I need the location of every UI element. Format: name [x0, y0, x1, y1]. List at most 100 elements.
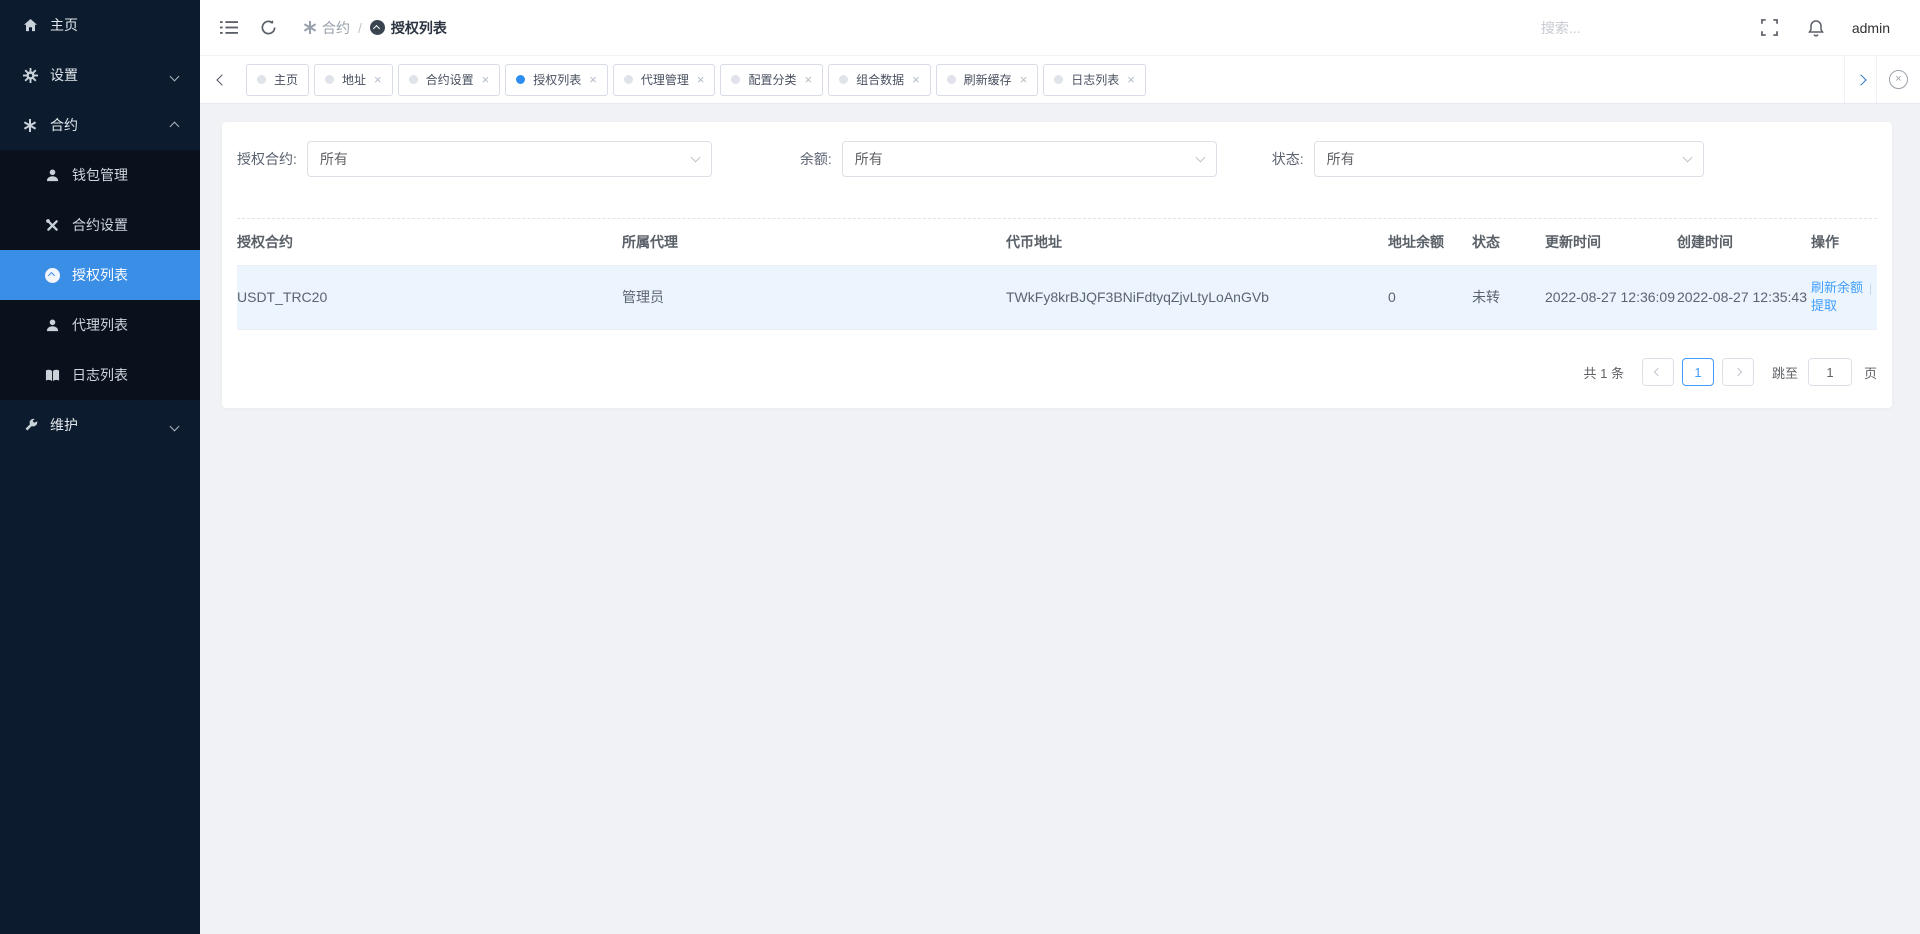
- sidebar-item-label: 合约: [50, 115, 78, 135]
- tools-icon: [44, 217, 60, 233]
- sidebar-item-label: 日志列表: [72, 365, 128, 385]
- agent-user-icon: [44, 317, 60, 333]
- cell-agent: 管理员: [622, 265, 1006, 329]
- tab-dot: [409, 75, 418, 84]
- tab-home[interactable]: 主页: [246, 64, 309, 96]
- tab-config-category[interactable]: 配置分类 ×: [720, 64, 823, 96]
- filter-label-balance: 余额:: [800, 149, 832, 169]
- status-select-value: 所有: [1327, 149, 1355, 169]
- sidebar-item-agent-list[interactable]: 代理列表: [0, 300, 200, 350]
- pagination-jump-label: 跳至: [1772, 363, 1798, 382]
- tab-label: 授权列表: [533, 71, 581, 88]
- gear-icon: [22, 67, 38, 83]
- pagination-jump-input[interactable]: [1808, 358, 1852, 386]
- bell-icon[interactable]: [1808, 19, 1824, 37]
- log-book-icon: [44, 367, 60, 383]
- cell-balance: 0: [1388, 265, 1472, 329]
- tabs-bar: 主页 地址 × 合约设置 × 授权列表 ×: [200, 56, 1920, 104]
- tab-address[interactable]: 地址 ×: [314, 64, 393, 96]
- cell-address: TWkFy8krBJQF3BNiFdtyqZjvLtyLoAnGVb: [1006, 265, 1388, 329]
- withdraw-link[interactable]: 提取: [1811, 297, 1837, 315]
- sidebar-item-maintenance[interactable]: 维护: [0, 400, 200, 450]
- col-header-contract: 授权合约: [237, 219, 622, 265]
- close-icon[interactable]: ×: [589, 73, 597, 86]
- chevron-down-icon: [690, 153, 700, 163]
- sidebar-item-settings[interactable]: 设置: [0, 50, 200, 100]
- breadcrumb-separator: /: [358, 20, 362, 36]
- filter-label-contract: 授权合约:: [237, 149, 297, 169]
- tab-combo-data[interactable]: 组合数据 ×: [828, 64, 931, 96]
- app-root: 主页 设置 合约: [0, 0, 1920, 934]
- tab-label: 主页: [274, 71, 298, 88]
- tab-auth-list[interactable]: 授权列表 ×: [505, 64, 608, 96]
- col-header-balance: 地址余额: [1388, 219, 1472, 265]
- balance-select[interactable]: 所有: [842, 141, 1217, 177]
- sidebar-item-label: 主页: [50, 15, 78, 35]
- close-icon[interactable]: ×: [804, 73, 812, 86]
- tab-agent-manage[interactable]: 代理管理 ×: [613, 64, 716, 96]
- tab-label: 合约设置: [426, 71, 474, 88]
- close-all-tabs-icon[interactable]: ×: [1876, 56, 1920, 103]
- chevron-down-icon: [171, 417, 178, 433]
- refresh-balance-link[interactable]: 刷新余额: [1811, 279, 1863, 297]
- sidebar-item-label: 授权列表: [72, 265, 128, 285]
- pagination-page-1-button[interactable]: 1: [1682, 358, 1714, 386]
- close-icon[interactable]: ×: [374, 73, 382, 86]
- tab-label: 地址: [342, 71, 366, 88]
- pagination-total: 共 1 条: [1584, 363, 1624, 382]
- refresh-icon[interactable]: [260, 19, 277, 36]
- pagination-page-unit: 页: [1864, 363, 1877, 382]
- sidebar-submenu-contract: 钱包管理 合约设置 授权列表: [0, 150, 200, 400]
- action-divider: |: [1869, 281, 1872, 295]
- fullscreen-icon[interactable]: [1761, 19, 1778, 36]
- user-menu[interactable]: admin: [1852, 20, 1890, 36]
- close-icon[interactable]: ×: [697, 73, 705, 86]
- pagination-prev-button[interactable]: [1642, 358, 1674, 386]
- topbar: 合约 / 授权列表 admin: [200, 0, 1920, 56]
- status-select[interactable]: 所有: [1314, 141, 1704, 177]
- sidebar-item-wallet-manage[interactable]: 钱包管理: [0, 150, 200, 200]
- breadcrumb: 合约 / 授权列表: [303, 18, 447, 38]
- filter-bar: 授权合约: 所有 余额: 所有 状态: 所有: [237, 122, 1877, 177]
- sidebar-item-label: 维护: [50, 415, 78, 435]
- col-header-status: 状态: [1472, 219, 1545, 265]
- col-header-agent: 所属代理: [622, 219, 1006, 265]
- auth-list-card: 授权合约: 所有 余额: 所有 状态: 所有: [222, 122, 1892, 408]
- sidebar-item-contract-settings[interactable]: 合约设置: [0, 200, 200, 250]
- tab-dot: [947, 75, 956, 84]
- chevron-down-icon: [1195, 153, 1205, 163]
- sidebar-toggle-list-icon[interactable]: [214, 20, 244, 35]
- home-icon: [22, 17, 38, 33]
- close-icon[interactable]: ×: [1127, 73, 1135, 86]
- auth-table: 授权合约 所属代理 代币地址 地址余额 状态 更新时间 创建时间 操作 USDT: [237, 219, 1877, 330]
- close-icon[interactable]: ×: [1020, 73, 1028, 86]
- tab-contract-settings[interactable]: 合约设置 ×: [398, 64, 501, 96]
- auth-circle-icon: [44, 267, 60, 283]
- tab-label: 日志列表: [1071, 71, 1119, 88]
- sidebar-item-label: 钱包管理: [72, 165, 128, 185]
- tab-refresh-cache[interactable]: 刷新缓存 ×: [936, 64, 1039, 96]
- tab-log-list[interactable]: 日志列表 ×: [1043, 64, 1146, 96]
- contract-select[interactable]: 所有: [307, 141, 712, 177]
- col-header-created: 创建时间: [1677, 219, 1811, 265]
- sidebar-item-auth-list[interactable]: 授权列表: [0, 250, 200, 300]
- tabs-scroll-left-icon[interactable]: [206, 56, 238, 103]
- contract-icon: [303, 21, 316, 34]
- wrench-icon: [22, 417, 38, 433]
- breadcrumb-section[interactable]: 合约: [303, 18, 350, 38]
- sidebar-item-home[interactable]: 主页: [0, 0, 200, 50]
- search-input[interactable]: [1541, 20, 1721, 36]
- tab-label: 配置分类: [748, 71, 796, 88]
- close-icon[interactable]: ×: [482, 73, 490, 86]
- sidebar-item-label: 代理列表: [72, 315, 128, 335]
- breadcrumb-section-label: 合约: [322, 18, 350, 38]
- tab-dot: [624, 75, 633, 84]
- col-header-actions: 操作: [1811, 219, 1877, 265]
- close-icon[interactable]: ×: [912, 73, 920, 86]
- tabs-scroll-right-icon[interactable]: [1844, 56, 1876, 103]
- sidebar-item-contract[interactable]: 合约: [0, 100, 200, 150]
- sidebar-item-log-list[interactable]: 日志列表: [0, 350, 200, 400]
- col-header-address: 代币地址: [1006, 219, 1388, 265]
- pagination-next-button[interactable]: [1722, 358, 1754, 386]
- tabs-strip: 主页 地址 × 合约设置 × 授权列表 ×: [246, 64, 1844, 96]
